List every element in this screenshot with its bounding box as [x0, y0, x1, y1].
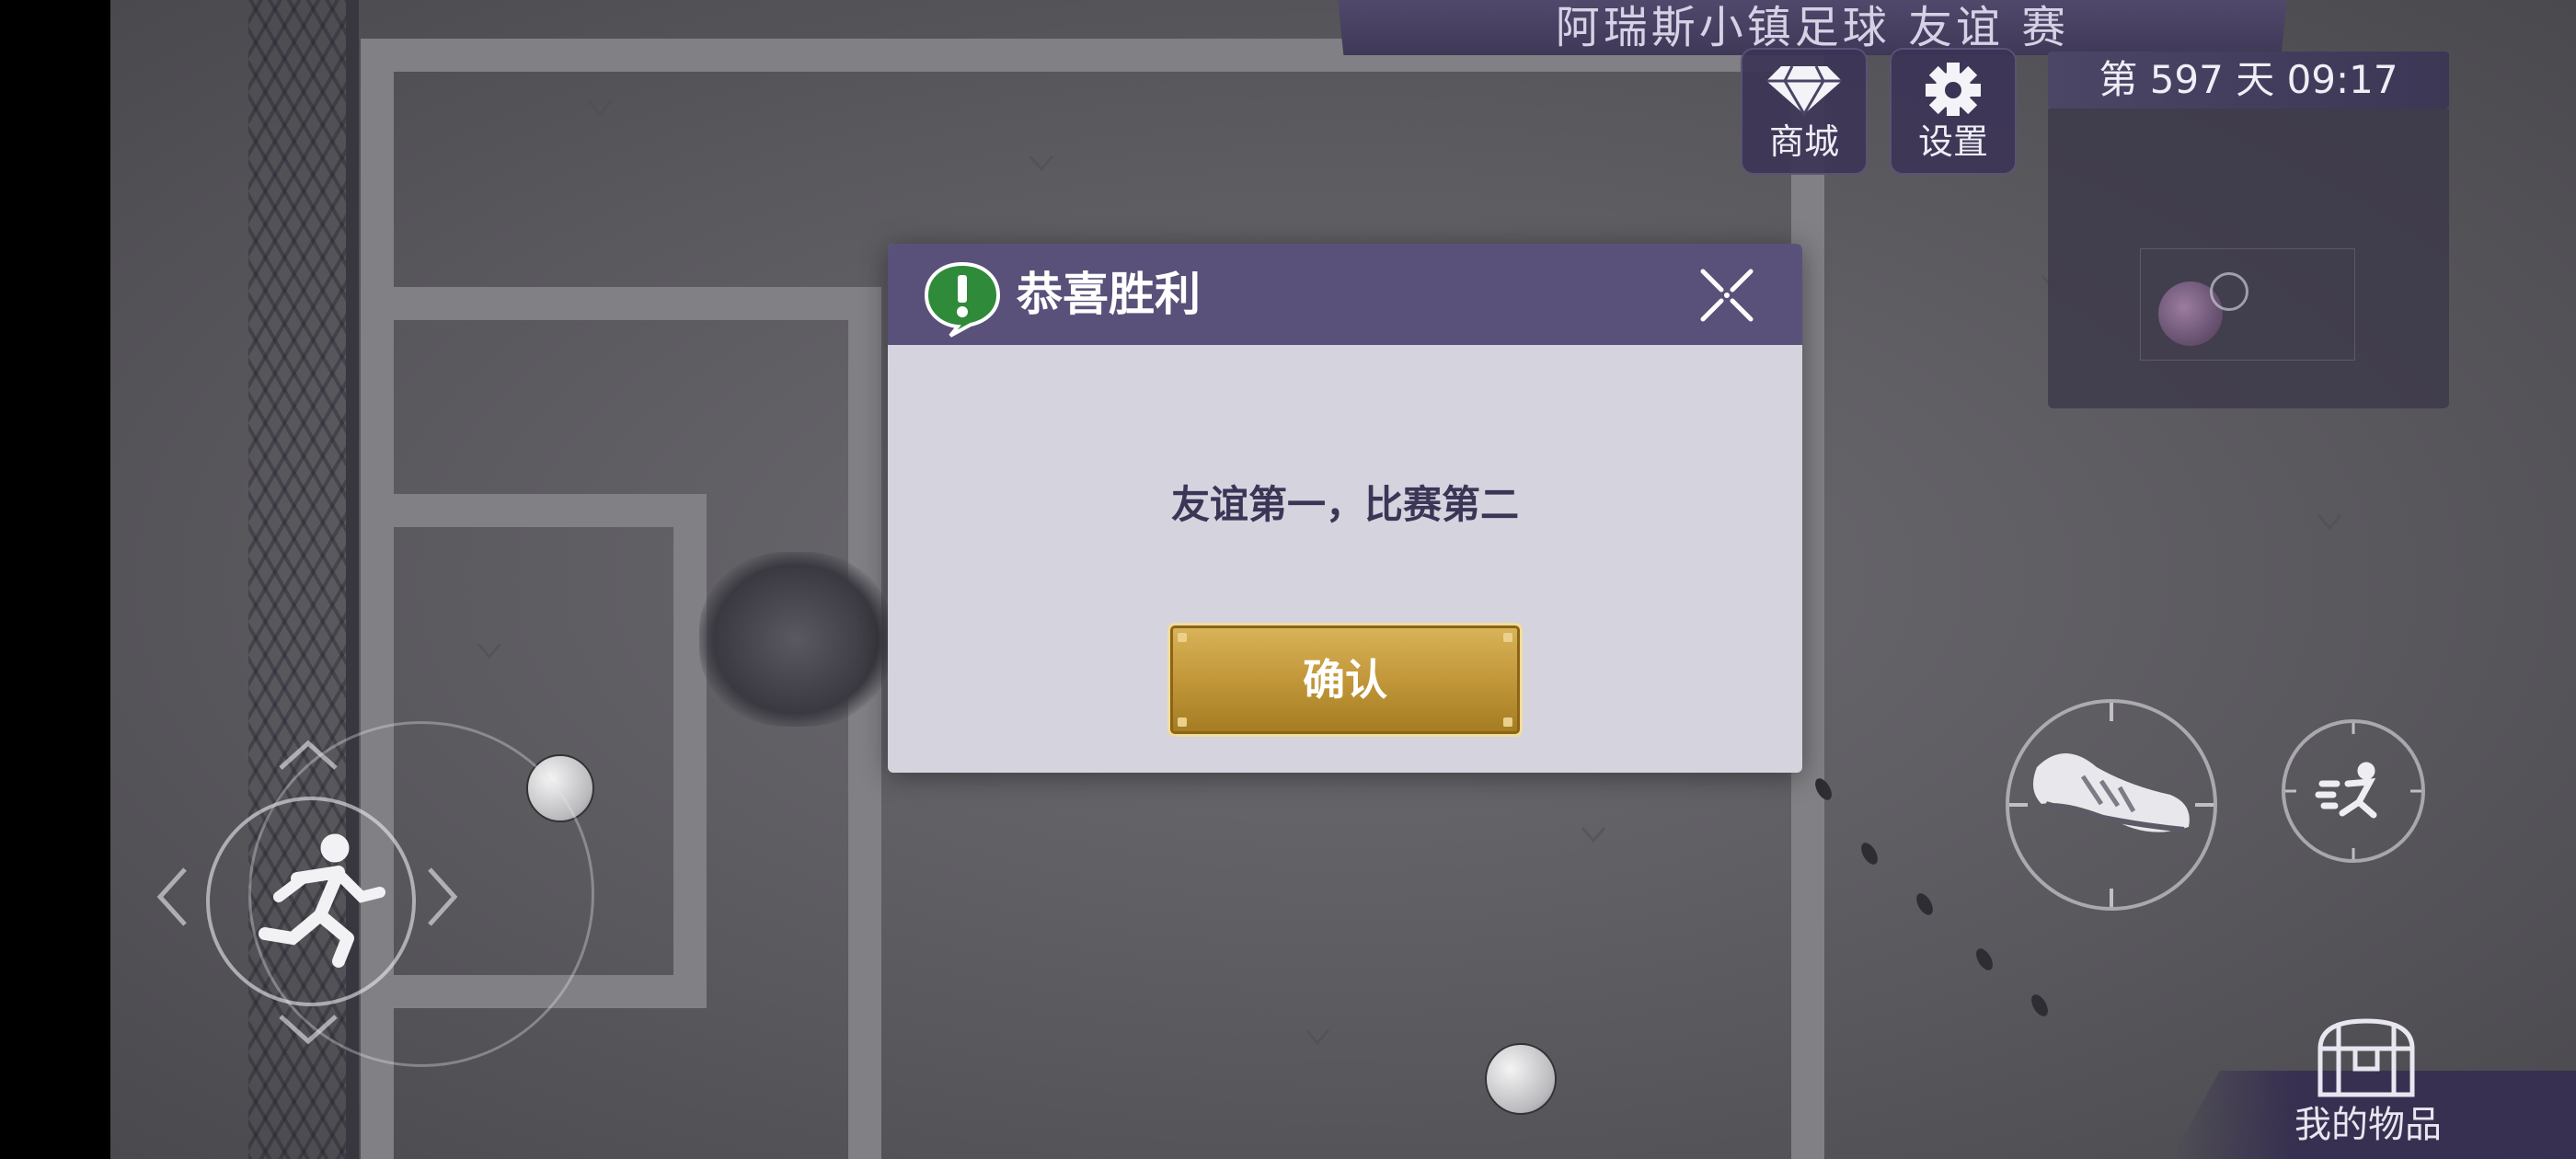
shop-label: 商城 [1768, 121, 1839, 162]
button-bolt [1503, 717, 1512, 727]
dialog-message: 友谊第一，比赛第二 [1170, 482, 1519, 527]
soccer-ball [1485, 1043, 1557, 1115]
dialog-header: 恭喜胜利 [888, 244, 1802, 345]
confirm-button[interactable]: 确认 [1167, 623, 1523, 737]
victory-dialog: 恭喜胜利 友谊第一，比赛第二 确认 [888, 244, 1802, 773]
exclamation-bubble-icon [924, 261, 1001, 338]
settings-label: 设置 [1917, 121, 1988, 162]
inventory-label[interactable]: 我的物品 [2294, 1095, 2442, 1148]
match-title-banner: 阿瑞斯小镇足球 友谊 赛 [1334, 0, 2291, 55]
button-bolt [1503, 633, 1512, 642]
settings-button[interactable]: 设置 [1890, 48, 2017, 175]
running-man-icon [259, 833, 385, 968]
treasure-chest-icon [2317, 1018, 2415, 1097]
minimap-ball-marker [2210, 272, 2248, 311]
minimap[interactable] [2048, 109, 2449, 408]
match-title: 阿瑞斯小镇足球 友谊 赛 [1555, 2, 2070, 53]
chevron-left-icon [156, 867, 187, 926]
sprint-icon [2282, 719, 2425, 863]
close-x-icon[interactable] [1697, 266, 1756, 325]
shop-button[interactable]: 商城 [1741, 48, 1868, 175]
game-screen: 阿瑞斯小镇足球 友谊 赛 商城 设置 第 597 天 09:17 我的物品 恭喜… [0, 0, 2576, 1159]
chevron-up-icon [279, 740, 338, 770]
diamond-icon [1766, 65, 1842, 116]
zombie-character [699, 552, 892, 727]
chevron-down-icon [279, 1015, 338, 1045]
soccer-cleat-icon [1996, 690, 2226, 920]
button-bolt [1178, 633, 1187, 642]
kick-button[interactable] [1996, 690, 2226, 920]
chevron-right-icon [428, 867, 458, 926]
sprint-button[interactable] [2282, 719, 2425, 863]
confirm-label: 确认 [1303, 655, 1387, 705]
joystick-handle[interactable] [206, 797, 416, 1006]
button-bolt [1178, 717, 1187, 727]
dialog-title: 恭喜胜利 [1017, 268, 1201, 321]
gear-icon [1926, 63, 1981, 116]
letterbox-left [0, 0, 110, 1159]
day-time-display: 第 597 天 09:17 [2048, 52, 2449, 109]
